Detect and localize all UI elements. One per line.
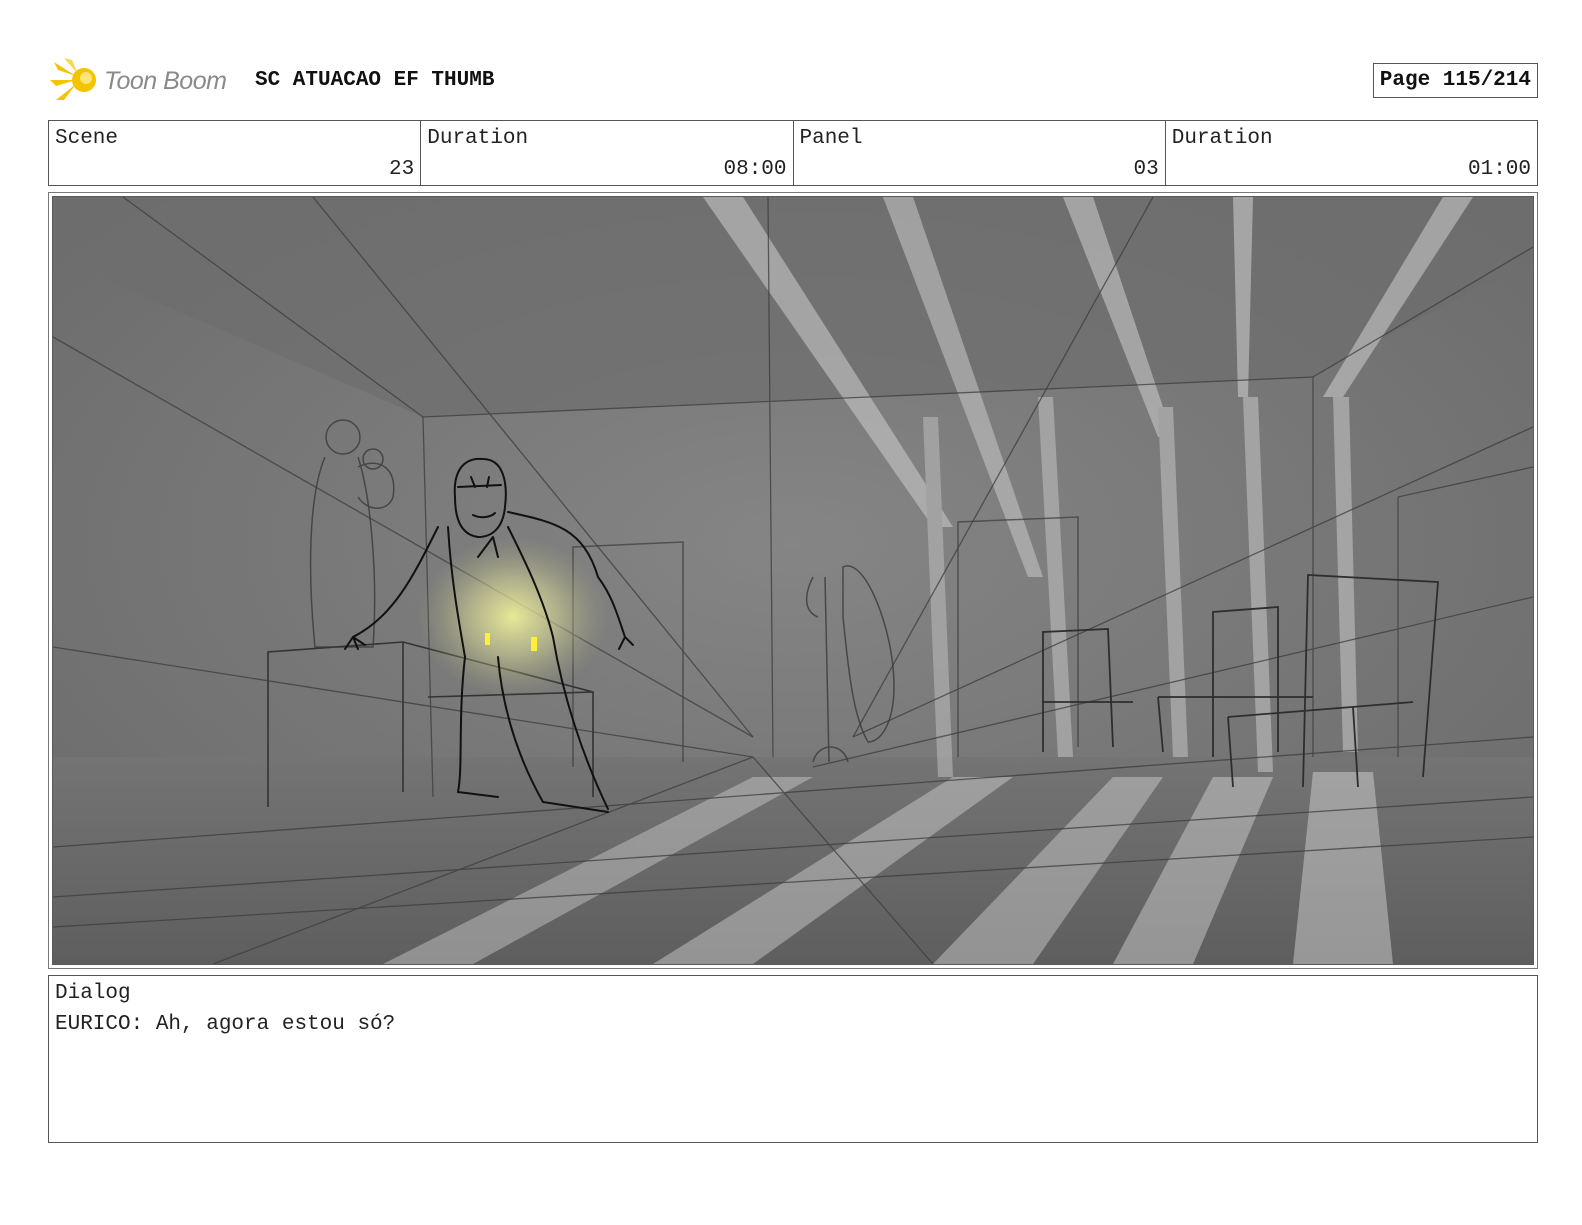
- toon-boom-logo-icon: [50, 58, 96, 100]
- scene-label: Scene: [55, 127, 119, 150]
- scene-duration-cell: Duration 08:00: [421, 121, 794, 185]
- scene-cell: Scene 23: [49, 121, 422, 185]
- panel-duration-cell: Duration 01:00: [1166, 121, 1537, 185]
- page-header: Toon Boom SC ATUACAO EF THUMB Page 115/2…: [50, 55, 1538, 107]
- panel-cell: Panel 03: [794, 121, 1166, 185]
- panel-duration-label: Duration: [1171, 127, 1273, 150]
- project-title: SC ATUACAO EF THUMB: [255, 69, 495, 92]
- sketch-illustration: [53, 197, 1533, 964]
- panel-label: Panel: [799, 127, 863, 150]
- panel-value: 03: [1133, 158, 1159, 181]
- dialog-box: Dialog EURICO: Ah, agora estou só?: [48, 975, 1538, 1143]
- scene-value: 23: [389, 158, 415, 181]
- toon-boom-logo: Toon Boom: [50, 55, 250, 107]
- logo-wordmark: Toon Boom: [104, 66, 227, 95]
- scene-duration-value: 08:00: [723, 158, 787, 181]
- dialog-label: Dialog: [55, 982, 131, 1005]
- storyboard-panel-frame: [48, 192, 1538, 969]
- storyboard-sketch: [52, 196, 1534, 965]
- scene-duration-label: Duration: [427, 127, 529, 150]
- panel-duration-value: 01:00: [1467, 158, 1531, 181]
- lantern-glow: [418, 537, 608, 697]
- dialog-text: EURICO: Ah, agora estou só?: [55, 1013, 396, 1036]
- panel-info-row: Scene 23 Duration 08:00 Panel 03 Duratio…: [48, 120, 1538, 186]
- page-counter: Page 115/214: [1372, 63, 1538, 98]
